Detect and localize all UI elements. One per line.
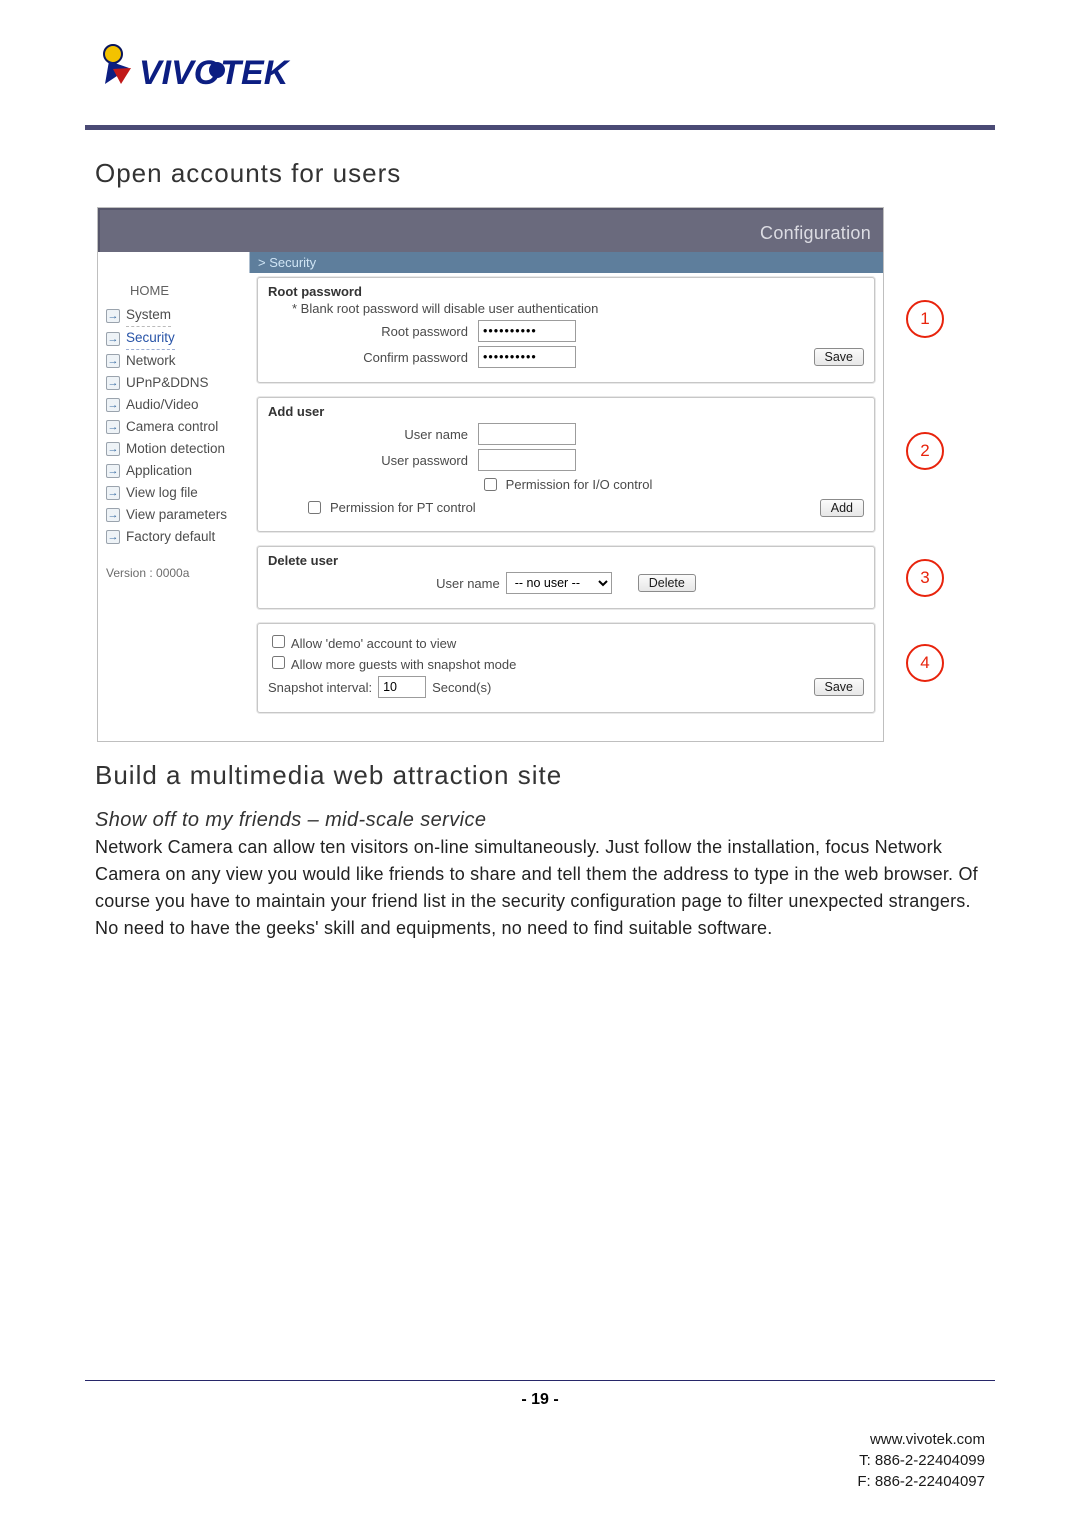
- sidebar-item-label: Camera control: [126, 416, 218, 438]
- footer-web: www.vivotek.com: [0, 1429, 985, 1450]
- permission-pt-label: Permission for PT control: [330, 500, 476, 515]
- sidebar-item-audio-video[interactable]: → Audio/Video: [106, 394, 251, 416]
- sidebar-item-application[interactable]: → Application: [106, 460, 251, 482]
- panel-add-user: 2 Add user User name User password Permi…: [257, 397, 875, 532]
- expand-icon: →: [106, 376, 120, 390]
- root-password-input[interactable]: [478, 320, 576, 342]
- sidebar-item-label: UPnP&DDNS: [126, 372, 209, 394]
- breadcrumb: > Security: [249, 252, 883, 273]
- annotation-marker: 3: [906, 559, 944, 597]
- sidebar-item-label: View log file: [126, 482, 198, 504]
- root-password-note: * Blank root password will disable user …: [292, 301, 864, 316]
- panel-legend: Add user: [268, 404, 864, 419]
- sidebar-item-label: Factory default: [126, 526, 215, 548]
- panel-legend: Delete user: [268, 553, 864, 568]
- delete-user-name-label: User name: [436, 576, 500, 591]
- user-name-input[interactable]: [478, 423, 576, 445]
- footer-fax: F: 886-2-22404097: [0, 1471, 985, 1492]
- allow-guests-label: Allow more guests with snapshot mode: [291, 657, 516, 672]
- panel-legend: Root password: [268, 284, 864, 299]
- sidebar-item-view-parameters[interactable]: → View parameters: [106, 504, 251, 526]
- brand-logo: VIVOTEK: [95, 40, 985, 95]
- sidebar-item-view-log-file[interactable]: → View log file: [106, 482, 251, 504]
- footer-tel: T: 886-2-22404099: [0, 1450, 985, 1471]
- page-number: - 19 -: [0, 1391, 1080, 1409]
- article-subhead: Show off to my friends – mid-scale servi…: [95, 809, 985, 832]
- expand-icon: →: [106, 354, 120, 368]
- sidebar-item-label: System: [126, 304, 171, 327]
- config-title: Configuration: [98, 208, 883, 252]
- expand-icon: →: [106, 309, 120, 323]
- expand-icon: →: [106, 486, 120, 500]
- expand-icon: →: [106, 332, 120, 346]
- save-root-password-button[interactable]: Save: [814, 348, 865, 366]
- sidebar-item-security[interactable]: → Security: [106, 327, 251, 350]
- config-main: 1 Root password * Blank root password wi…: [255, 277, 875, 727]
- snapshot-interval-input[interactable]: [378, 676, 426, 698]
- permission-pt-checkbox[interactable]: [308, 501, 321, 514]
- save-options-button[interactable]: Save: [814, 678, 865, 696]
- sidebar-item-motion-detection[interactable]: → Motion detection: [106, 438, 251, 460]
- panel-delete-user: 3 Delete user User name -- no user -- De…: [257, 546, 875, 609]
- sidebar-item-label: Audio/Video: [126, 394, 199, 416]
- annotation-marker: 2: [906, 432, 944, 470]
- sidebar-item-label: Network: [126, 350, 176, 372]
- sidebar-item-factory-default[interactable]: → Factory default: [106, 526, 251, 548]
- confirm-password-input[interactable]: [478, 346, 576, 368]
- permission-io-label: Permission for I/O control: [506, 477, 653, 492]
- permission-io-checkbox[interactable]: [484, 478, 497, 491]
- user-name-label: User name: [268, 427, 472, 442]
- page-footer: - 19 - www.vivotek.com T: 886-2-22404099…: [0, 1380, 1080, 1492]
- add-user-button[interactable]: Add: [820, 499, 864, 517]
- allow-demo-label: Allow 'demo' account to view: [291, 636, 456, 651]
- panel-root-password: 1 Root password * Blank root password wi…: [257, 277, 875, 383]
- config-screenshot: Configuration > Security HOME → System →…: [97, 207, 884, 742]
- sidebar-item-label: View parameters: [126, 504, 227, 526]
- nav-home[interactable]: HOME: [130, 283, 251, 298]
- article-body: Network Camera can allow ten visitors on…: [95, 834, 985, 942]
- snapshot-interval-unit: Second(s): [432, 680, 491, 695]
- section-heading-article: Build a multimedia web attraction site: [95, 760, 985, 791]
- root-password-label: Root password: [268, 324, 472, 339]
- sidebar-item-label: Application: [126, 460, 192, 482]
- expand-icon: →: [106, 508, 120, 522]
- confirm-password-label: Confirm password: [268, 350, 472, 365]
- annotation-marker: 4: [906, 644, 944, 682]
- snapshot-interval-label: Snapshot interval:: [268, 680, 372, 695]
- expand-icon: →: [106, 420, 120, 434]
- sidebar: HOME → System → Security → Network: [104, 277, 255, 580]
- expand-icon: →: [106, 464, 120, 478]
- user-password-label: User password: [268, 453, 472, 468]
- expand-icon: →: [106, 530, 120, 544]
- allow-demo-checkbox[interactable]: [272, 635, 285, 648]
- header-divider: [85, 125, 995, 130]
- expand-icon: →: [106, 442, 120, 456]
- version-label: Version : 0000a: [106, 566, 251, 580]
- sidebar-item-upnp-ddns[interactable]: → UPnP&DDNS: [106, 372, 251, 394]
- panel-guest-options: 4 Allow 'demo' account to view Allow mor…: [257, 623, 875, 713]
- delete-user-button[interactable]: Delete: [638, 574, 696, 592]
- sidebar-item-label: Security: [126, 327, 175, 350]
- allow-guests-checkbox[interactable]: [272, 656, 285, 669]
- sidebar-item-system[interactable]: → System: [106, 304, 251, 327]
- expand-icon: →: [106, 398, 120, 412]
- section-heading-open-accounts: Open accounts for users: [95, 158, 985, 189]
- annotation-marker: 1: [906, 300, 944, 338]
- user-password-input[interactable]: [478, 449, 576, 471]
- sidebar-item-label: Motion detection: [126, 438, 225, 460]
- sidebar-item-camera-control[interactable]: → Camera control: [106, 416, 251, 438]
- sidebar-item-network[interactable]: → Network: [106, 350, 251, 372]
- delete-user-select[interactable]: -- no user --: [506, 572, 612, 594]
